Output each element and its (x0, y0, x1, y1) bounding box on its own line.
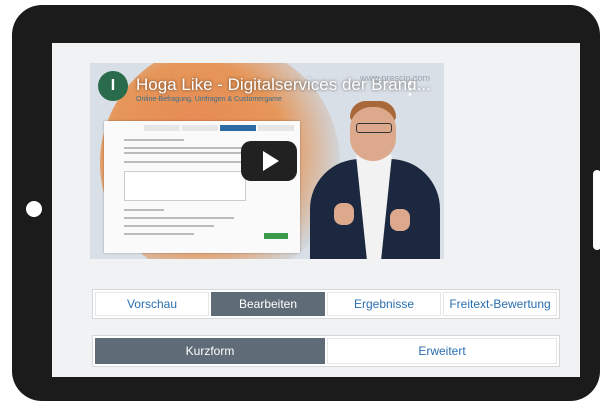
tab-vorschau[interactable]: Vorschau (95, 292, 209, 316)
tablet-frame: I Hoga Like - Digitalservices der Brand.… (12, 5, 601, 401)
doc-textbox (124, 171, 246, 201)
tablet-screen: I Hoga Like - Digitalservices der Brand.… (52, 43, 580, 377)
doc-tabs (144, 125, 294, 131)
tab-bearbeiten[interactable]: Bearbeiten (211, 292, 325, 316)
channel-avatar[interactable]: I (98, 71, 128, 101)
doc-submit (264, 233, 288, 239)
video-brand: www.prescio.com (360, 73, 431, 83)
tab-erweitert[interactable]: Erweitert (327, 338, 557, 364)
play-button[interactable] (241, 141, 297, 181)
play-icon (263, 151, 279, 171)
tab-kurzform[interactable]: Kurzform (95, 338, 325, 364)
presenter (304, 93, 444, 259)
menu-dots-icon[interactable]: ⋮ (402, 79, 418, 99)
tablet-side-button (593, 170, 601, 250)
main-tabs: Vorschau Bearbeiten Ergebnisse Freitext-… (92, 289, 560, 319)
tablet-camera (26, 201, 42, 217)
video-subtitle: Online-Befragung, Umfragen & Customergam… (136, 96, 282, 103)
tab-freitext-bewertung[interactable]: Freitext-Bewertung (443, 292, 557, 316)
tab-ergebnisse[interactable]: Ergebnisse (327, 292, 441, 316)
video-player[interactable]: I Hoga Like - Digitalservices der Brand.… (90, 63, 444, 259)
view-tabs: Kurzform Erweitert (92, 335, 560, 367)
